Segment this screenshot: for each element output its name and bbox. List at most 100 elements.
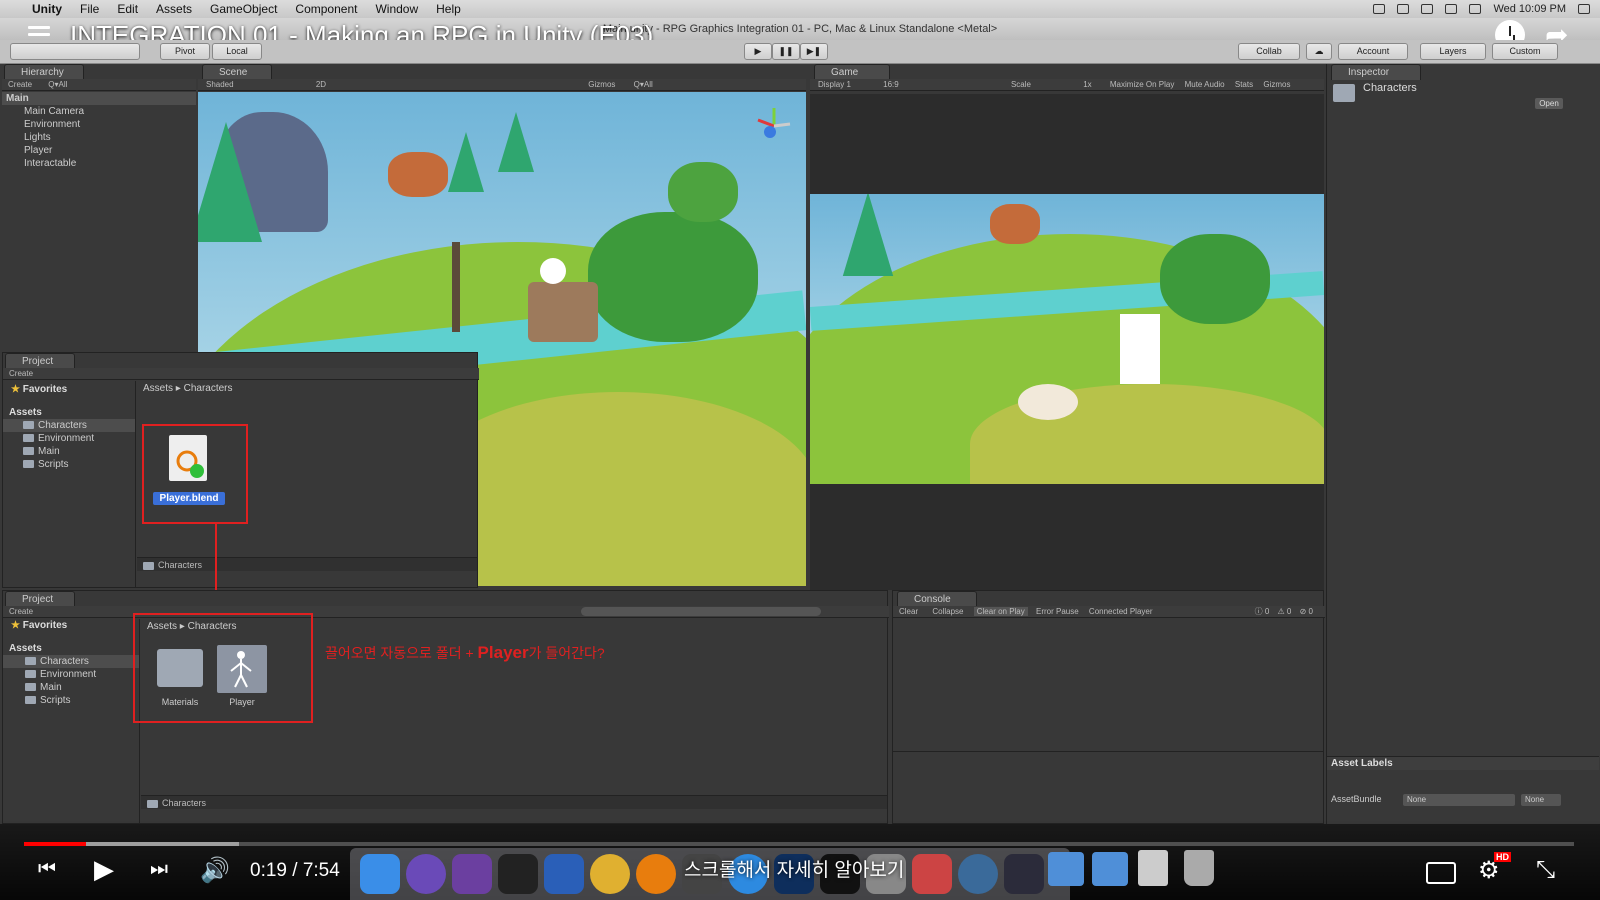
menu-component[interactable]: Component [295,2,357,16]
console-error-pause-toggle[interactable]: Error Pause [1036,607,1079,616]
blender-icon[interactable] [636,854,676,894]
camera-icon[interactable] [1397,4,1410,14]
volume-icon[interactable]: 🔊 [200,856,230,885]
blend-file-icon[interactable] [169,435,207,481]
dropbox-icon[interactable] [1421,4,1434,14]
wifi-icon[interactable] [1445,4,1458,14]
project-top-assets[interactable]: Assets [3,406,135,419]
document-icon[interactable] [1138,850,1168,886]
console-clear-on-play-toggle[interactable]: Clear on Play [973,607,1028,616]
game-display-dropdown[interactable]: Display 1 [818,80,851,89]
game-scale-value[interactable]: 1x [1083,80,1091,89]
hierarchy-scene-main[interactable]: Main [2,92,196,105]
cloud-icon[interactable]: ☁ [1306,43,1332,60]
layout-dropdown[interactable]: Custom [1492,43,1558,60]
project-bottom-favorites[interactable]: ★ Favorites [3,619,139,632]
scene-gizmos-dropdown[interactable]: Gizmos [588,80,615,89]
tab-hierarchy[interactable]: Hierarchy [4,64,84,80]
app-icon[interactable] [958,854,998,894]
folder-icon[interactable] [1092,852,1128,886]
local-toggle[interactable]: Local [212,43,262,60]
scene-2d-toggle[interactable]: 2D [316,80,326,89]
tab-inspector[interactable]: Inspector [1331,64,1421,80]
tab-console[interactable]: Console [897,591,977,607]
console-clear-button[interactable]: Clear [899,607,918,616]
console-connected-player-dropdown[interactable]: Connected Player [1089,607,1153,616]
pivot-toggle[interactable]: Pivot [160,43,210,60]
hierarchy-item-interactable[interactable]: Interactable [2,157,196,170]
player-model-icon[interactable] [217,645,267,693]
menu-gameobject[interactable]: GameObject [210,2,277,16]
menu-help[interactable]: Help [436,2,461,16]
breadcrumb-characters[interactable]: Characters [184,383,233,394]
menubar-clock[interactable]: Wed 10:09 PM [1493,3,1566,15]
materials-folder-icon[interactable] [157,649,203,687]
step-button[interactable]: ▶❚ [800,43,828,60]
app-icon[interactable] [1004,854,1044,894]
game-viewport[interactable] [810,194,1324,484]
warning-count-icon[interactable]: ⚠ 0 [1278,607,1292,616]
project-search-input[interactable] [581,607,821,616]
tab-project-bottom[interactable]: Project [5,591,75,607]
hierarchy-create-button[interactable]: Create [8,80,32,89]
game-mute-toggle[interactable]: Mute Audio [1185,80,1225,89]
project-bottom-folder-characters[interactable]: Characters [3,655,139,668]
scene-search[interactable]: Q▾All [634,80,653,89]
caption-tooltip[interactable]: 스크롤해서 자세히 알아보기 [684,855,904,882]
transform-tools[interactable] [10,43,140,60]
chrome-icon[interactable] [590,854,630,894]
pause-button[interactable]: ❚❚ [772,43,800,60]
subtitles-icon[interactable] [1426,862,1456,884]
assetbundle-dropdown[interactable]: None [1403,794,1515,806]
breadcrumb-assets[interactable]: Assets [143,383,173,394]
trash-icon[interactable] [1184,850,1214,886]
tab-scene[interactable]: Scene [202,64,272,80]
menu-assets[interactable]: Assets [156,2,192,16]
scene-orientation-gizmo-icon[interactable] [754,106,794,146]
spotlight-icon[interactable] [1578,4,1590,14]
collab-button[interactable]: Collab [1238,43,1300,60]
assetbundle-variant-dropdown[interactable]: None [1521,794,1561,806]
project-top-favorites[interactable]: ★ Favorites [3,383,135,396]
inspector-open-button[interactable]: Open [1535,98,1563,109]
progress-bar[interactable] [24,842,1574,846]
game-maximize-toggle[interactable]: Maximize On Play [1110,80,1174,89]
game-gizmos-dropdown[interactable]: Gizmos [1263,80,1290,89]
project-bottom-folder-main[interactable]: Main [3,681,139,694]
folder-icon[interactable] [1048,852,1084,886]
app-icon[interactable] [544,854,584,894]
unity-icon[interactable] [498,854,538,894]
siri-icon[interactable] [406,854,446,894]
finder-icon[interactable] [360,854,400,894]
project-top-folder-environment[interactable]: Environment [3,432,135,445]
project-top-create-button[interactable]: Create [9,369,33,378]
game-aspect-dropdown[interactable]: 16:9 [883,80,899,89]
tab-project-top[interactable]: Project [5,353,75,369]
hierarchy-item-player[interactable]: Player [2,144,196,157]
menu-unity[interactable]: Unity [32,2,62,16]
scene-shading-dropdown[interactable]: Shaded [206,80,234,89]
menu-window[interactable]: Window [375,2,418,16]
previous-icon[interactable]: ⏮ [38,858,56,881]
hierarchy-item-lights[interactable]: Lights [2,131,196,144]
error-count-icon[interactable]: ⊘ 0 [1300,607,1313,616]
project-top-folder-scripts[interactable]: Scripts [3,458,135,471]
next-icon[interactable]: ⏭ [150,858,168,881]
account-dropdown[interactable]: Account [1338,43,1408,60]
app-icon[interactable] [912,854,952,894]
project-top-folder-main[interactable]: Main [3,445,135,458]
project-bottom-assets[interactable]: Assets [3,642,139,655]
menu-edit[interactable]: Edit [117,2,138,16]
project-top-folder-characters[interactable]: Characters [3,419,135,432]
status-icon[interactable] [1373,4,1386,14]
hierarchy-search[interactable]: Q▾All [48,80,67,89]
console-collapse-button[interactable]: Collapse [932,607,963,616]
project-bottom-folder-environment[interactable]: Environment [3,668,139,681]
game-stats-toggle[interactable]: Stats [1235,80,1253,89]
exit-fullscreen-icon[interactable]: ⤡ [1536,856,1555,884]
asset-labels-header[interactable]: Asset Labels [1327,756,1599,770]
materials-folder-label[interactable]: Materials [151,697,209,707]
menu-file[interactable]: File [80,2,99,16]
visual-studio-icon[interactable] [452,854,492,894]
tab-game[interactable]: Game [814,64,890,80]
